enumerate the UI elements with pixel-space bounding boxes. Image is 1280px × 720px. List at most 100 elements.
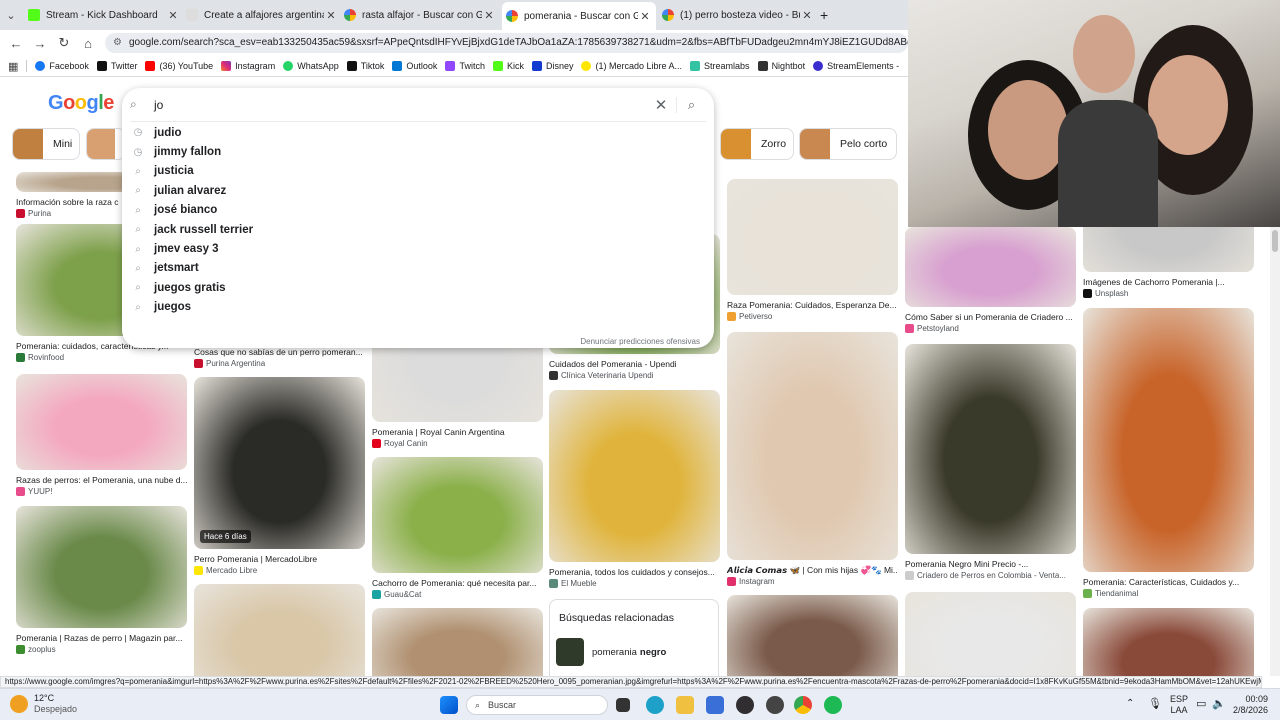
result-caption[interactable]: Cosas que no sabías de un perro pomeran.… [194, 347, 365, 357]
result-source[interactable]: YUUP! [16, 487, 187, 496]
clear-icon[interactable]: ✕ [646, 96, 676, 114]
close-icon[interactable]: ✕ [800, 9, 814, 22]
suggestion-item[interactable]: ⌕ juegos [122, 298, 714, 317]
suggestion-item[interactable]: ⌕ josé bianco [122, 201, 714, 220]
result-caption[interactable]: Cachorro de Pomerania: qué necesita par.… [372, 578, 543, 588]
scrollbar-thumb[interactable] [1272, 230, 1278, 252]
tab-kick[interactable]: Stream - Kick Dashboard ✕ [28, 4, 180, 26]
bookmark-tiktok[interactable]: Tiktok [346, 61, 384, 71]
suggestion-item[interactable]: ⌕ jack russell terrier [122, 220, 714, 239]
result-thumbnail[interactable] [16, 506, 187, 628]
suggestion-item[interactable]: ⌕ jetsmart [122, 259, 714, 278]
tab-alfajores[interactable]: Create a alfajores argentina Tie ✕ [186, 4, 338, 26]
result-source[interactable]: Royal Canin [372, 439, 543, 448]
result-thumbnail[interactable] [727, 595, 898, 676]
bookmark-twitch[interactable]: Twitch [445, 61, 485, 71]
suggestion-item[interactable]: ⌕ justicia [122, 162, 714, 181]
close-icon[interactable]: ✕ [166, 9, 180, 22]
result-source[interactable]: Petstoyland [905, 324, 1076, 333]
suggestion-item[interactable]: ⌕ julian alvarez [122, 181, 714, 200]
reload-icon[interactable]: ↻ [52, 35, 76, 51]
result-source[interactable]: Mercado Libre [194, 566, 365, 575]
new-tab-button[interactable]: + [820, 4, 838, 26]
tab-search-button[interactable]: ⌄ [4, 4, 22, 26]
result-thumbnail[interactable] [727, 332, 898, 560]
tab-perro-bosteza[interactable]: (1) perro bosteza video - Busca ✕ [662, 4, 814, 26]
bookmark-facebook[interactable]: Facebook [35, 61, 89, 71]
clock[interactable]: 00:09 2/8/2026 [1230, 694, 1268, 716]
close-icon[interactable]: ✕ [638, 10, 652, 23]
result-thumbnail[interactable] [372, 457, 543, 573]
result-source[interactable]: El Mueble [549, 579, 720, 588]
edge-icon[interactable] [646, 696, 664, 714]
bookmark-whatsapp[interactable]: WhatsApp [283, 61, 339, 71]
result-thumbnail[interactable] [194, 584, 365, 676]
bookmark-disney[interactable]: Disney [531, 61, 573, 71]
result-source[interactable]: Instagram [727, 577, 898, 586]
close-icon[interactable]: ✕ [324, 9, 338, 22]
bookmark-twitter[interactable]: Twitter [96, 61, 137, 71]
result-thumbnail[interactable] [16, 374, 187, 470]
search-submit-icon[interactable]: ⌕ [676, 96, 706, 113]
result-thumbnail[interactable] [549, 390, 720, 562]
obs-icon[interactable] [736, 696, 754, 714]
home-icon[interactable]: ⌂ [76, 36, 100, 51]
suggestion-item[interactable]: ◷ judio [122, 123, 714, 142]
language-indicator[interactable]: ESP LAA [1170, 694, 1188, 716]
result-caption[interactable]: Pomerania Negro Mini Precio -... [905, 559, 1076, 569]
result-caption[interactable]: Cómo Saber si un Pomerania de Criadero .… [905, 312, 1076, 322]
network-icon[interactable]: ▭ [1196, 697, 1206, 710]
result-caption[interactable]: Pomerania | Razas de perro | Magazin par… [16, 633, 187, 643]
result-source[interactable]: Tiendanimal [1083, 589, 1254, 598]
bookmark-youtube[interactable]: (36) YouTube [145, 61, 213, 71]
result-source[interactable]: Rovinfood [16, 353, 187, 362]
result-source[interactable]: Purina Argentina [194, 359, 365, 368]
result-thumbnail[interactable] [1083, 308, 1254, 572]
chip-partial[interactable] [86, 128, 126, 160]
suggestion-item[interactable]: ⌕ juegos gratis [122, 278, 714, 297]
result-caption[interactable]: Pomerania | Royal Canin Argentina [372, 427, 543, 437]
file-explorer-icon[interactable] [676, 696, 694, 714]
chevron-up-icon[interactable]: ⌃ [1126, 698, 1134, 709]
forward-icon[interactable]: → [28, 36, 52, 51]
chip-pelo-corto[interactable]: Pelo corto [799, 128, 897, 160]
search-input[interactable]: jo [154, 98, 646, 112]
result-source[interactable]: Petiverso [727, 312, 898, 321]
result-caption[interactable]: Perro Pomerania | MercadoLibre [194, 554, 365, 564]
store-icon[interactable] [706, 696, 724, 714]
result-caption[interactable]: Cuidados del Pomerania - Upendi [549, 359, 720, 369]
chip-mini[interactable]: Mini [12, 128, 80, 160]
tab-pomerania-active[interactable]: pomerania - Buscar con Google ✕ [502, 2, 656, 30]
bookmark-kick[interactable]: Kick [492, 61, 524, 71]
result-source[interactable]: Guau&Cat [372, 590, 543, 599]
result-caption[interactable]: Pomerania, todos los cuidados y consejos… [549, 567, 720, 577]
close-icon[interactable]: ✕ [482, 9, 496, 22]
bookmark-outlook[interactable]: Outlook [392, 61, 437, 71]
result-source[interactable]: Criadero de Perros en Colombia - Venta..… [905, 571, 1076, 580]
back-icon[interactable]: ← [4, 36, 28, 51]
apps-grid-icon[interactable]: ▦ [8, 60, 18, 73]
result-caption[interactable]: Raza Pomerania: Cuidados, Esperanza De..… [727, 300, 898, 310]
suggestion-item[interactable]: ◷ jimmy fallon [122, 142, 714, 161]
taskbar-search-box[interactable]: ⌕ Buscar [466, 695, 608, 715]
result-source[interactable]: Unsplash [1083, 289, 1254, 298]
bookmark-nightbot[interactable]: Nightbot [757, 61, 805, 71]
bookmark-instagram[interactable]: Instagram [221, 61, 275, 71]
address-bar[interactable]: ⚙ google.com/search?sca_esv=eab133250435… [105, 33, 908, 53]
result-caption[interactable]: Razas de perros: el Pomerania, una nube … [16, 475, 187, 485]
report-predictions-link[interactable]: Denunciar predicciones ofensivas [580, 337, 700, 346]
result-thumbnail[interactable] [1083, 608, 1254, 676]
bookmark-streamelements[interactable]: StreamElements - [813, 61, 899, 71]
bookmark-mercadolibre[interactable]: (1) Mercado Libre A... [581, 61, 682, 71]
weather-widget[interactable]: 12°C Despejado [10, 693, 77, 715]
site-info-icon[interactable]: ⚙ [113, 33, 122, 53]
result-caption[interactable]: 𝘼𝙡𝙞𝙘𝙞𝙖 𝘾𝙤𝙢𝙖𝙨 🦋 | Con mis hijas 💞🐾 Mi... [727, 565, 898, 576]
result-thumbnail[interactable] [905, 592, 1076, 676]
tab-rasta-alfajor[interactable]: rasta alfajor - Buscar con Goog ✕ [344, 4, 496, 26]
result-thumbnail[interactable]: Hace 6 días [194, 377, 365, 549]
bookmark-streamlabs[interactable]: Streamlabs [690, 61, 750, 71]
result-thumbnail[interactable] [727, 179, 898, 295]
result-caption[interactable]: Pomerania: Características, Cuidados y..… [1083, 577, 1254, 587]
microphone-icon[interactable]: 🎙 [1148, 697, 1162, 710]
suggestion-item[interactable]: ⌕ jmev easy 3 [122, 239, 714, 258]
